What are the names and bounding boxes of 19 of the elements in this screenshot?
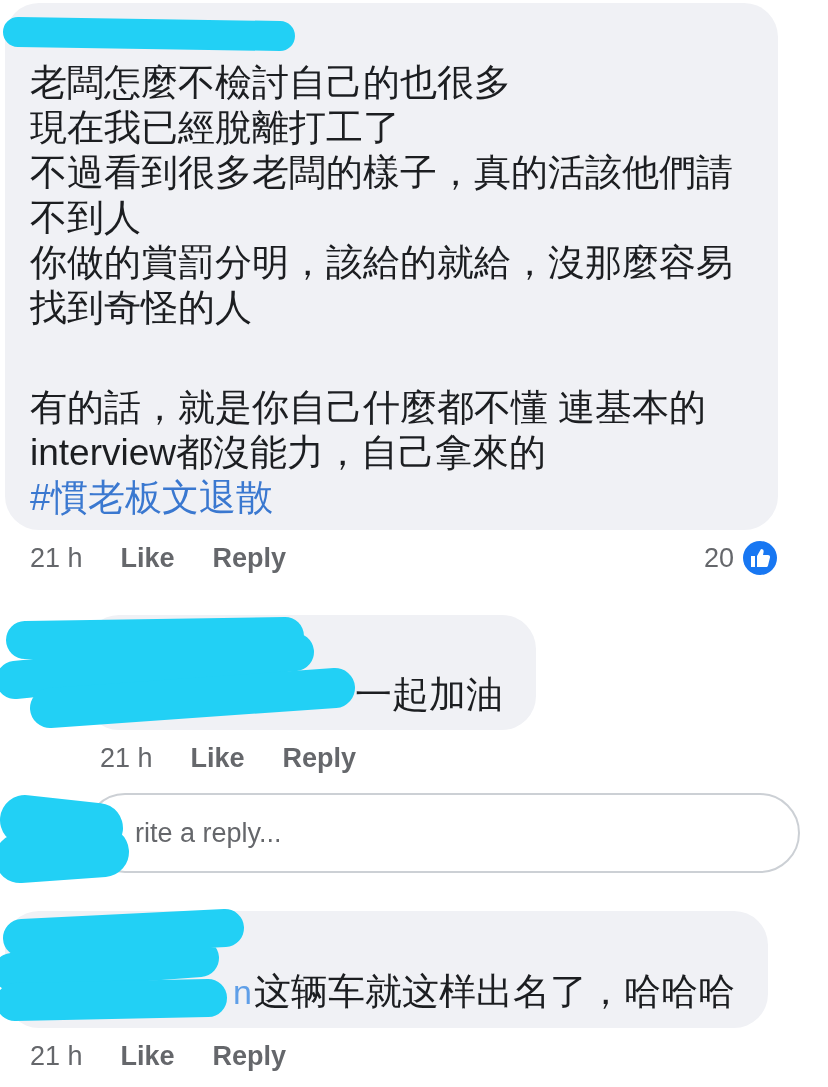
timestamp: 21 h bbox=[30, 1040, 83, 1072]
reply-button[interactable]: Reply bbox=[212, 1040, 287, 1072]
comment-text: 有的話，就是你自己什麼都不懂 連基本的interview都沒能力，自己拿來的 bbox=[30, 386, 708, 475]
comment-text: 不過看到很多老闆的樣子，真的活該他們請不到人 bbox=[30, 151, 734, 240]
timestamp: 21 h bbox=[30, 542, 83, 574]
like-button[interactable]: Like bbox=[120, 542, 175, 574]
comment-text: 你做的賞罰分明，該給的就給，沒那麼容易找到奇怪的人 bbox=[30, 241, 734, 330]
comment-text: 这辆车就这样出名了，哈哈哈 bbox=[253, 970, 735, 1014]
reply-button[interactable]: Reply bbox=[212, 542, 287, 574]
like-button[interactable]: Like bbox=[190, 742, 245, 774]
hashtag-link[interactable]: #慣老板文退散 bbox=[30, 475, 745, 520]
reply-button[interactable]: Reply bbox=[282, 742, 357, 774]
comment-text: 現在我已經脫離打工了 bbox=[30, 106, 401, 150]
reaction-count: 20 bbox=[703, 542, 734, 574]
like-button[interactable]: Like bbox=[120, 1040, 175, 1072]
like-icon[interactable] bbox=[742, 540, 778, 576]
comment-text: 一起加油 bbox=[355, 673, 503, 717]
comment-text: 老闆怎麼不檢討自己的也很多 bbox=[30, 61, 512, 105]
timestamp: 21 h bbox=[100, 742, 153, 774]
